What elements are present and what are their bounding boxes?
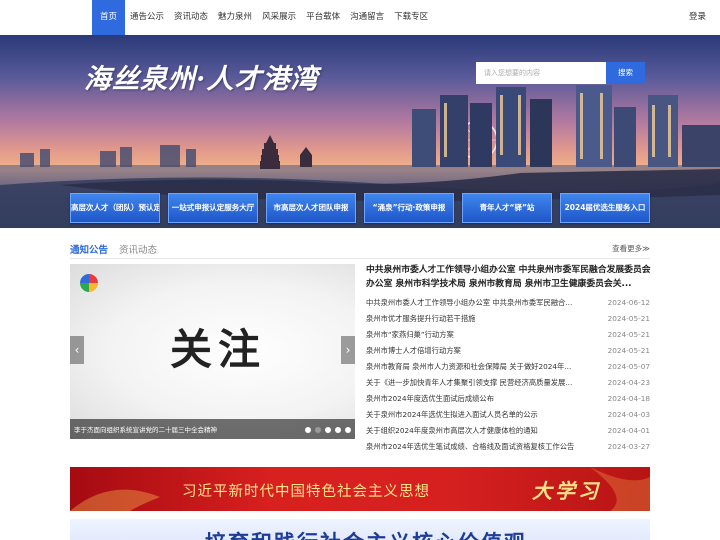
quick-link-youth-talent-station[interactable]: 青年人才“驿”站 — [462, 193, 552, 223]
list-item-title: 泉州市教育局 泉州市人力资源和社会保障局 关于做好2024年... — [366, 362, 572, 371]
organization-logo-icon — [80, 274, 98, 292]
list-item-date: 2024-05-21 — [607, 346, 650, 355]
list-item-title: 泉州市“家燕归巢”行动方案 — [366, 330, 454, 339]
search-button[interactable]: 搜索 — [606, 62, 645, 84]
nav-item-charm-quanzhou[interactable]: 魅力泉州 — [213, 0, 257, 35]
login-link[interactable]: 登录 — [689, 0, 706, 35]
quick-links: 高层次人才（团队）预认定 一站式申报认定服务大厅 市高层次人才团队申报 “涌泉”… — [70, 193, 650, 223]
quick-link-talent-preaccreditation[interactable]: 高层次人才（团队）预认定 — [70, 193, 160, 223]
list-item-date: 2024-04-01 — [607, 426, 650, 435]
promo-banner-text: 习近平新时代中国特色社会主义思想 — [182, 484, 430, 500]
carousel-dot[interactable] — [325, 427, 331, 433]
tab-news[interactable]: 资讯动态 — [119, 242, 157, 256]
list-item-title: 泉州市优才服务提升行动若干措施 — [366, 314, 476, 323]
list-item-date: 2024-04-18 — [607, 394, 650, 403]
nav-item-platforms[interactable]: 平台载体 — [301, 0, 345, 35]
list-item-title: 泉州市博士人才倍增行动方案 — [366, 346, 461, 355]
nav-item-showcase[interactable]: 风采展示 — [257, 0, 301, 35]
list-item[interactable]: 泉州市博士人才倍增行动方案 2024-05-21 — [366, 343, 650, 359]
quick-link-team-application[interactable]: 市高层次人才团队申报 — [266, 193, 356, 223]
list-item[interactable]: 中共泉州市委人才工作领导小组办公室 中共泉州市委军民融合... 2024-06-1… — [366, 295, 650, 311]
promo-banner-values-text: 培育和践行社会主义核心价值观 — [205, 527, 527, 540]
carousel-dot-active[interactable] — [315, 427, 321, 433]
list-item-title: 关于组织2024年度泉州市高层次人才健康体检的通知 — [366, 426, 538, 435]
list-item-date: 2024-06-12 — [607, 298, 650, 307]
promo-banner-values[interactable]: 培育和践行社会主义核心价值观 — [70, 519, 650, 540]
nav-item-messages[interactable]: 沟通留言 — [345, 0, 389, 35]
carousel-dot[interactable] — [335, 427, 341, 433]
carousel-prev-button[interactable]: ‹ — [70, 336, 84, 364]
hero-banner: 海丝泉州·人才港湾 搜索 高层次人才（团队）预认定 一站式申报认定服务大厅 市高… — [0, 35, 720, 228]
carousel-slide-title: 关注 — [170, 325, 267, 374]
list-item-date: 2024-05-21 — [607, 314, 650, 323]
section-divider — [70, 258, 650, 259]
list-item[interactable]: 泉州市优才服务提升行动若干措施 2024-05-21 — [366, 311, 650, 327]
quick-link-one-stop-service[interactable]: 一站式申报认定服务大厅 — [168, 193, 258, 223]
notice-tabs: 通知公告 资讯动态 — [70, 242, 157, 256]
carousel-dot[interactable] — [305, 427, 311, 433]
headline-news[interactable]: 中共泉州市委人才工作领导小组办公室 中共泉州市委军民融合发展委员会办公室 泉州市… — [366, 264, 651, 291]
promo-banner-brush-text: 大学习 — [532, 479, 601, 503]
tab-notices[interactable]: 通知公告 — [70, 242, 108, 256]
nav-item-home[interactable]: 首页 — [92, 0, 126, 35]
image-carousel[interactable]: 关注 ‹ › 李于杰面向组织系统宣讲党的二十届三中全会精神 — [70, 264, 355, 439]
carousel-caption[interactable]: 李于杰面向组织系统宣讲党的二十届三中全会精神 — [74, 424, 217, 434]
more-link[interactable]: 查看更多≫ — [612, 243, 650, 254]
list-item[interactable]: 关于泉州市2024年选优生拟进入面试人员名单的公示 2024-04-03 — [366, 407, 650, 423]
list-item-date: 2024-04-23 — [607, 378, 650, 387]
carousel-dot[interactable] — [345, 427, 351, 433]
list-item[interactable]: 关于《进一步加快青年人才集聚引领支撑 民营经济高质量发展... 2024-04-2… — [366, 375, 650, 391]
quick-link-policy-application[interactable]: “涌泉”行动·政策申报 — [364, 193, 454, 223]
nav-item-announcements[interactable]: 通告公示 — [125, 0, 169, 35]
carousel-dots — [305, 427, 351, 433]
nav-item-news[interactable]: 资讯动态 — [169, 0, 213, 35]
banner-slogan: 海丝泉州·人才港湾 — [84, 64, 319, 95]
list-item-date: 2024-04-03 — [607, 410, 650, 419]
nav-item-downloads[interactable]: 下载专区 — [389, 0, 433, 35]
list-item[interactable]: 泉州市2024年度选优生面试后成绩公布 2024-04-18 — [366, 391, 650, 407]
list-item-date: 2024-05-07 — [607, 362, 650, 371]
list-item-title: 中共泉州市委人才工作领导小组办公室 中共泉州市委军民融合... — [366, 298, 573, 307]
promo-banner-study[interactable]: 习近平新时代中国特色社会主义思想 大学习 — [70, 467, 650, 511]
list-item-date: 2024-03-27 — [607, 442, 650, 451]
list-item[interactable]: 泉州市“家燕归巢”行动方案 2024-05-21 — [366, 327, 650, 343]
nav-menu: 首页 通告公示 资讯动态 魅力泉州 风采展示 平台载体 沟通留言 下载专区 — [92, 0, 433, 35]
top-navigation: 首页 通告公示 资讯动态 魅力泉州 风采展示 平台载体 沟通留言 下载专区 登录 — [0, 0, 720, 35]
list-item-title: 关于泉州市2024年选优生拟进入面试人员名单的公示 — [366, 410, 538, 419]
list-item-date: 2024-05-21 — [607, 330, 650, 339]
list-item-title: 泉州市2024年度选优生面试后成绩公布 — [366, 394, 495, 403]
list-item[interactable]: 关于组织2024年度泉州市高层次人才健康体检的通知 2024-04-01 — [366, 423, 650, 439]
list-item[interactable]: 泉州市教育局 泉州市人力资源和社会保障局 关于做好2024年... 2024-05… — [366, 359, 650, 375]
notice-list: 中共泉州市委人才工作领导小组办公室 中共泉州市委军民融合... 2024-06-1… — [366, 295, 650, 455]
list-item[interactable]: 泉州市2024年选优生笔试成绩、合格线及面试资格复核工作公告 2024-03-27 — [366, 439, 650, 455]
carousel-next-button[interactable]: › — [341, 336, 355, 364]
search-input[interactable] — [476, 62, 606, 84]
quick-link-graduate-service[interactable]: 2024届优选生服务入口 — [560, 193, 650, 223]
list-item-title: 关于《进一步加快青年人才集聚引领支撑 民营经济高质量发展... — [366, 378, 573, 387]
list-item-title: 泉州市2024年选优生笔试成绩、合格线及面试资格复核工作公告 — [366, 442, 575, 451]
